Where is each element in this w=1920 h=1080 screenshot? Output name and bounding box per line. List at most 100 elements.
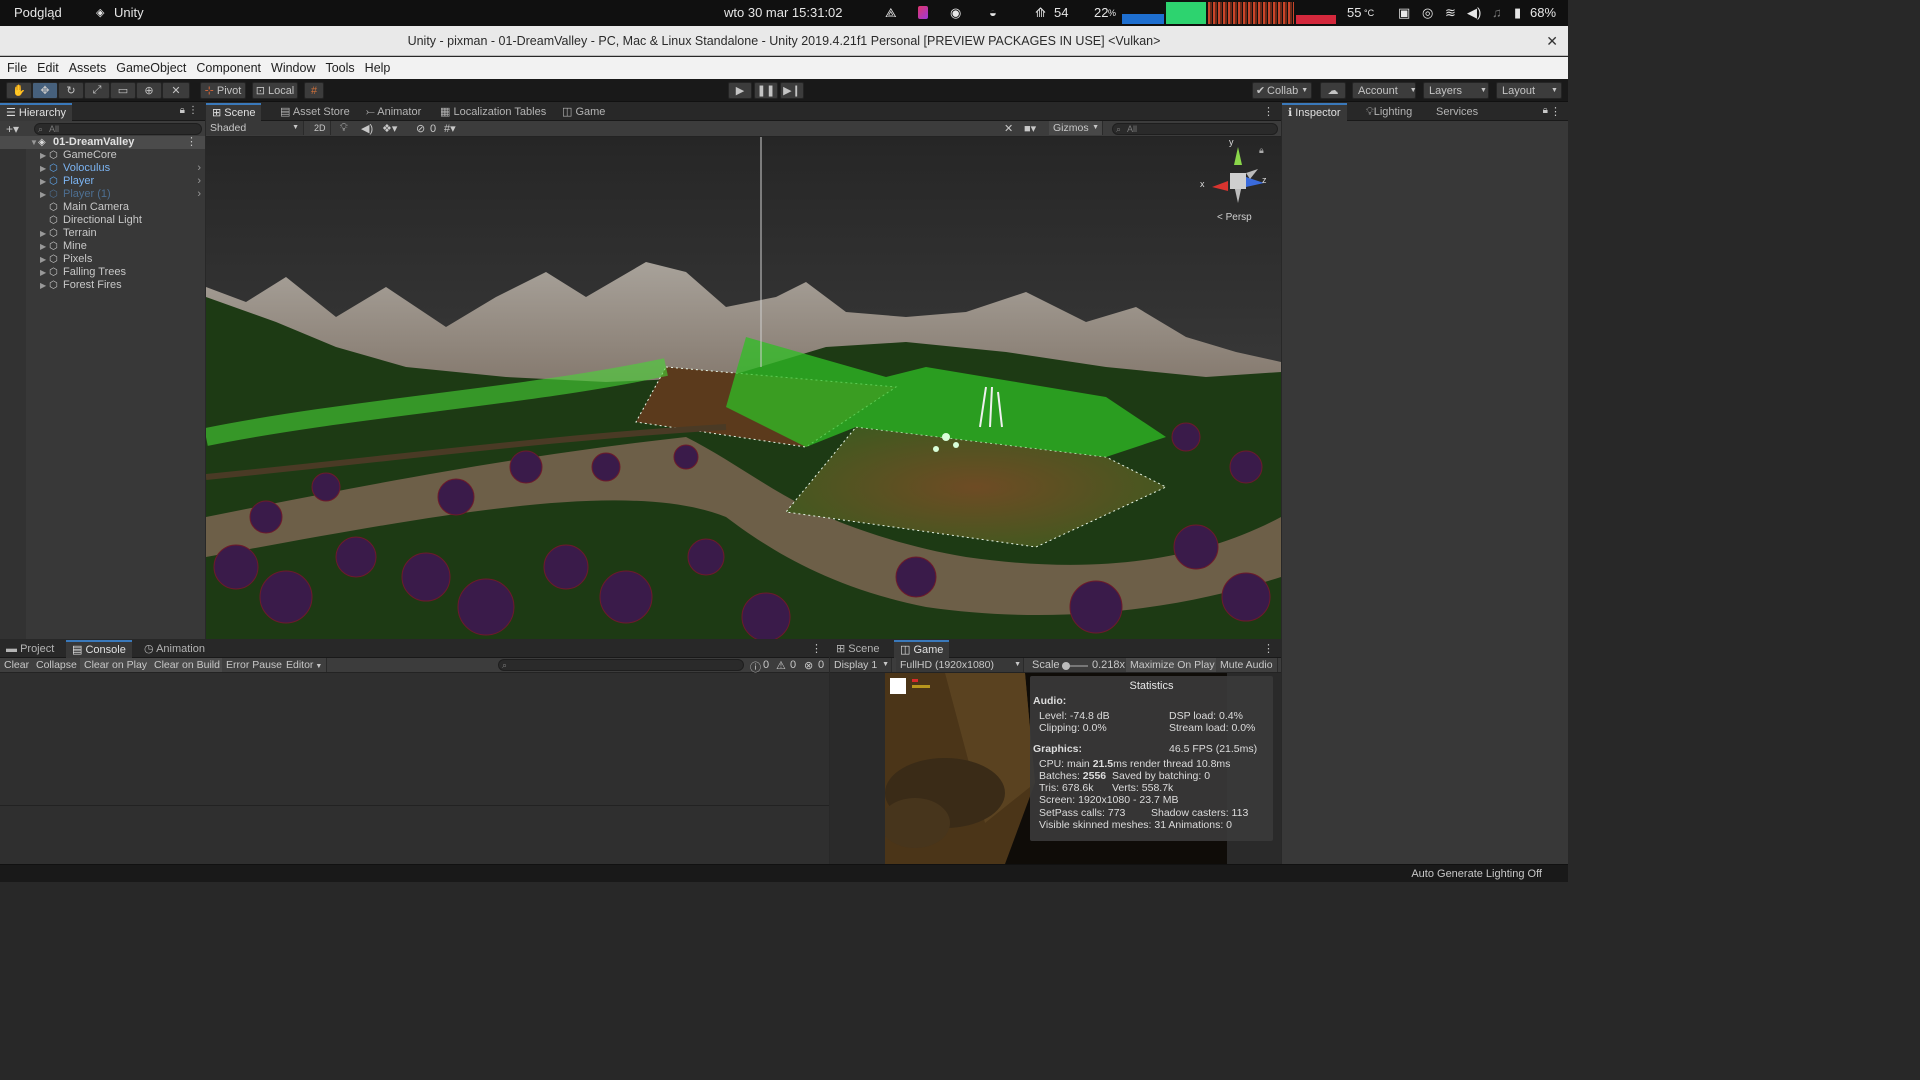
preview-label[interactable]: Podgląd: [14, 5, 62, 20]
hierarchy-item[interactable]: ▶ ⬡ Mine: [0, 240, 205, 253]
hierarchy-item[interactable]: ▶ ⬡ Falling Trees: [0, 266, 205, 279]
step-button[interactable]: ▶❙: [780, 82, 804, 99]
expand-arrow-icon[interactable]: ▶: [40, 188, 46, 201]
console-search-input[interactable]: ⌕: [498, 659, 744, 671]
expand-arrow-icon[interactable]: ▶: [40, 162, 46, 175]
layout-dropdown[interactable]: Layout ▼: [1496, 82, 1562, 99]
grid-snap-icon[interactable]: #: [304, 82, 324, 99]
window-title-bar[interactable]: Unity - pixman - 01-DreamValley - PC, Ma…: [0, 26, 1568, 56]
tab-asset-store[interactable]: ▤ Asset Store: [274, 103, 356, 121]
panel-menu-icon[interactable]: ⋮: [188, 105, 198, 116]
hidden-objects-icon[interactable]: ⊘: [416, 122, 425, 135]
hierarchy-item[interactable]: ▶ ⬡ Voloculus ›: [0, 162, 205, 175]
expand-arrow-icon[interactable]: ▶: [40, 149, 46, 162]
camera-icon[interactable]: ■▾: [1024, 122, 1036, 135]
scene-root-row[interactable]: ▼ ◈ 01-DreamValley ⋮: [0, 136, 205, 149]
cloud-icon[interactable]: ☁: [1320, 82, 1346, 99]
inspector-menu-icon[interactable]: ⋮: [1550, 105, 1561, 118]
clear-on-play-toggle[interactable]: Clear on Play: [80, 658, 153, 672]
account-dropdown[interactable]: Account ▼: [1352, 82, 1417, 99]
wifi-icon[interactable]: ≋: [1445, 5, 1456, 21]
shading-mode-dropdown[interactable]: Shaded ▼: [206, 121, 304, 135]
lock-icon[interactable]: 🔒︎: [180, 105, 185, 116]
scale-tool-icon[interactable]: ⤢: [84, 82, 110, 99]
error-pause-toggle[interactable]: Error Pause: [222, 658, 288, 672]
inspector-lock-icon[interactable]: 🔒︎: [1543, 105, 1548, 116]
tab-localization-tables[interactable]: ▦ Localization Tables: [434, 103, 552, 121]
hierarchy-item[interactable]: ▶ ⬡ Player (1) ›: [0, 188, 205, 201]
error-icon[interactable]: ⊗: [804, 659, 813, 672]
clear-on-build-toggle[interactable]: Clear on Build: [150, 658, 225, 672]
volume-icon[interactable]: ◀): [1467, 5, 1481, 21]
layers-dropdown[interactable]: Layers ▼: [1423, 82, 1489, 99]
menu-gameobject[interactable]: GameObject: [112, 61, 190, 75]
rect-tool-icon[interactable]: ▭: [110, 82, 136, 99]
tab-inspector[interactable]: ℹ Inspector: [1282, 103, 1347, 121]
persp-label[interactable]: < Persp: [1217, 212, 1252, 223]
lighting-toggle-icon[interactable]: 💡︎: [340, 122, 348, 135]
open-prefab-chevron-icon[interactable]: ›: [197, 175, 201, 188]
hierarchy-item[interactable]: ▶ ⬡ Terrain: [0, 227, 205, 240]
2d-toggle[interactable]: 2D: [310, 121, 331, 135]
tray-unity-icon[interactable]: ⟁: [885, 5, 897, 21]
tab-console[interactable]: ▤ Console: [66, 640, 132, 658]
expand-arrow-icon[interactable]: ▶: [40, 279, 46, 292]
menu-assets[interactable]: Assets: [65, 61, 111, 75]
expand-arrow-icon[interactable]: ▶: [40, 253, 46, 266]
gizmo-lock-icon[interactable]: 🔒︎: [1259, 145, 1264, 156]
custom-tool-icon[interactable]: ✕: [162, 82, 190, 99]
grid-toggle-icon[interactable]: #▾: [444, 122, 456, 135]
expand-arrow-icon[interactable]: ▶: [40, 240, 46, 253]
hierarchy-item[interactable]: ⬡ Main Camera: [0, 201, 205, 214]
tab-lighting[interactable]: 💡︎Lighting: [1360, 103, 1418, 121]
audio-toggle-icon[interactable]: ◀): [361, 122, 373, 135]
editor-dropdown[interactable]: Editor ▼: [282, 658, 328, 672]
pause-button[interactable]: ❚❚: [754, 82, 778, 99]
maximize-on-play-toggle[interactable]: Maximize On Play: [1126, 658, 1220, 672]
display-icon[interactable]: ▣: [1398, 5, 1410, 21]
tab-services[interactable]: Services: [1430, 103, 1484, 121]
menu-tools[interactable]: Tools: [321, 61, 358, 75]
play-button[interactable]: ▶: [728, 82, 752, 99]
tab-animator[interactable]: ⤚ Animator: [360, 103, 427, 121]
tray-eye-icon[interactable]: ◉: [950, 5, 961, 21]
transform-tool-icon[interactable]: ⊕: [136, 82, 162, 99]
tab-scene-bottom[interactable]: ⊞ Scene: [830, 640, 885, 658]
open-prefab-chevron-icon[interactable]: ›: [197, 162, 201, 175]
clock[interactable]: wto 30 mar 15:31:02: [724, 5, 843, 20]
scale-slider-thumb[interactable]: [1062, 662, 1070, 670]
scene-viewport[interactable]: y x z 🔒︎ < Persp: [206, 137, 1281, 639]
expand-arrow-icon[interactable]: ▶: [40, 175, 46, 188]
tab-scene[interactable]: ⊞ Scene: [206, 103, 262, 121]
add-object-icon[interactable]: +▾: [6, 122, 19, 136]
clear-button[interactable]: Clear: [0, 658, 35, 672]
collab-dropdown[interactable]: ✔ Collab ▼: [1252, 82, 1312, 99]
move-tool-icon[interactable]: ✥: [32, 82, 58, 99]
tray-steam-icon[interactable]: ◒: [989, 5, 997, 20]
battery-icon[interactable]: ▮: [1514, 5, 1521, 21]
open-prefab-chevron-icon[interactable]: ›: [197, 188, 201, 201]
expand-arrow-icon[interactable]: ▶: [40, 227, 46, 240]
close-window-button[interactable]: ✕: [1546, 26, 1558, 56]
hierarchy-item[interactable]: ⬡ Directional Light: [0, 214, 205, 227]
mute-audio-toggle[interactable]: Mute Audio: [1216, 658, 1278, 672]
vpn-icon[interactable]: ◎: [1422, 5, 1433, 21]
scene-menu-icon[interactable]: ⋮: [186, 136, 197, 149]
auto-lighting-status[interactable]: Auto Generate Lighting Off: [1411, 868, 1542, 880]
console-menu-icon[interactable]: ⋮: [811, 642, 822, 655]
tab-hierarchy[interactable]: ☰ Hierarchy: [0, 103, 72, 121]
hierarchy-item[interactable]: ▶ ⬡ Forest Fires: [0, 279, 205, 292]
hand-tool-icon[interactable]: ✋: [6, 82, 32, 99]
info-count-icon[interactable]: ⓘ: [750, 659, 761, 675]
menu-help[interactable]: Help: [361, 61, 395, 75]
menu-window[interactable]: Window: [267, 61, 319, 75]
expand-arrow-icon[interactable]: ▼: [30, 136, 38, 149]
pivot-toggle[interactable]: ⊹ Pivot: [200, 82, 246, 99]
rotate-tool-icon[interactable]: ↻: [58, 82, 84, 99]
display-dropdown[interactable]: Display 1 ▼: [830, 658, 892, 672]
warning-icon[interactable]: ⚠: [776, 659, 786, 672]
hierarchy-item[interactable]: ▶ ⬡ Pixels: [0, 253, 205, 266]
hierarchy-search-input[interactable]: ⌕ All: [34, 123, 202, 135]
tab-game[interactable]: ◫ Game: [556, 103, 611, 121]
expand-arrow-icon[interactable]: ▶: [40, 266, 46, 279]
